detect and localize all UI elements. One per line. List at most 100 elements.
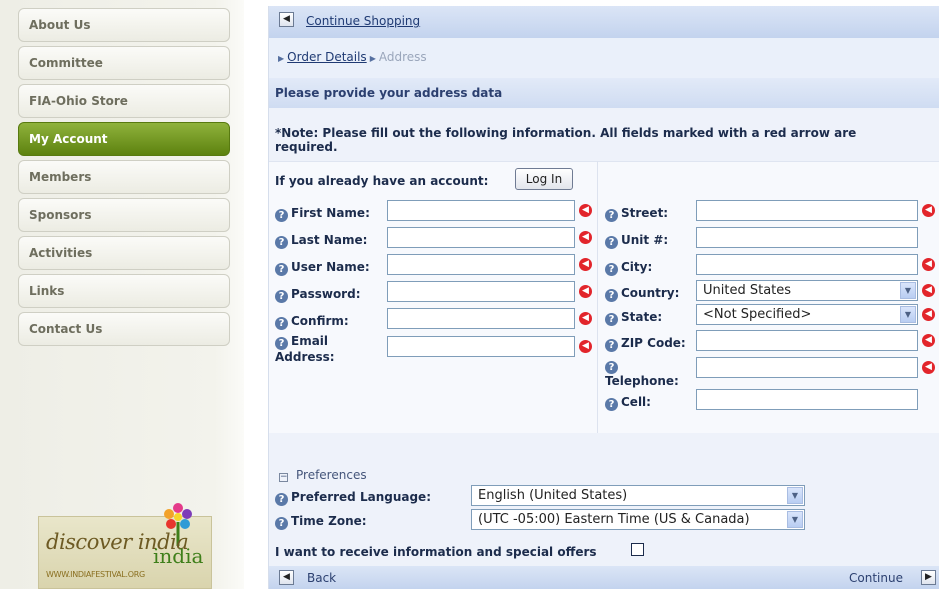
state-label: ? State: xyxy=(605,310,662,326)
back-link[interactable]: Back xyxy=(307,571,336,585)
have-account-label: If you already have an account: xyxy=(275,174,489,188)
last-name-label: ? Last Name: xyxy=(275,233,367,249)
column-divider xyxy=(597,161,598,433)
required-arrow-icon: ◀ xyxy=(922,258,935,271)
state-select[interactable]: <Not Specified> ▼ xyxy=(696,304,918,325)
help-icon[interactable]: ? xyxy=(275,209,288,222)
sidebar-item-sponsors[interactable]: Sponsors xyxy=(18,198,230,232)
help-icon[interactable]: ? xyxy=(275,337,288,350)
arrow-left-icon[interactable]: ◀ xyxy=(279,570,294,585)
zip-label: ? ZIP Code: xyxy=(605,336,686,352)
help-icon[interactable]: ? xyxy=(605,263,618,276)
street-label: ? Street: xyxy=(605,206,668,222)
telephone-field[interactable] xyxy=(696,357,918,378)
required-arrow-icon: ◀ xyxy=(579,231,592,244)
help-icon[interactable]: ? xyxy=(275,493,288,506)
unit-label: ? Unit #: xyxy=(605,233,668,249)
breadcrumb-order-details[interactable]: Order Details xyxy=(287,50,367,64)
cell-field[interactable] xyxy=(696,389,918,410)
first-name-label: ? First Name: xyxy=(275,206,370,222)
confirm-label: ? Confirm: xyxy=(275,314,349,330)
sidebar-item-about-us[interactable]: About Us xyxy=(18,8,230,42)
sidebar-item-contact-us[interactable]: Contact Us xyxy=(18,312,230,346)
email-field[interactable] xyxy=(387,336,575,357)
sidebar-item-store[interactable]: FIA-Ohio Store xyxy=(18,84,230,118)
required-arrow-icon: ◀ xyxy=(922,361,935,374)
logo-url-text: WWW.INDIAFESTIVAL.ORG xyxy=(46,570,145,579)
preferred-language-select[interactable]: English (United States) ▼ xyxy=(471,485,805,506)
country-label: ? Country: xyxy=(605,286,679,302)
city-field[interactable] xyxy=(696,254,918,275)
login-button[interactable]: Log In xyxy=(515,168,573,190)
sidebar-item-activities[interactable]: Activities xyxy=(18,236,230,270)
city-label: ? City: xyxy=(605,260,652,276)
required-arrow-icon: ◀ xyxy=(579,285,592,298)
required-arrow-icon: ◀ xyxy=(922,284,935,297)
required-arrow-icon: ◀ xyxy=(579,312,592,325)
help-icon[interactable]: ? xyxy=(605,236,618,249)
festival-logo[interactable]: discover india india WWW.INDIAFESTIVAL.O… xyxy=(38,500,212,589)
breadcrumb-bar: ▶ Order Details ▶ Address xyxy=(269,38,939,78)
help-icon[interactable]: ? xyxy=(605,289,618,302)
sidebar-item-committee[interactable]: Committee xyxy=(18,46,230,80)
help-icon[interactable]: ? xyxy=(605,339,618,352)
help-icon[interactable]: ? xyxy=(605,361,618,374)
sidebar-item-members[interactable]: Members xyxy=(18,160,230,194)
sidebar-nav: About Us Committee FIA-Ohio Store My Acc… xyxy=(18,8,230,350)
chevron-down-icon: ▼ xyxy=(900,282,916,299)
chevron-down-icon: ▼ xyxy=(900,306,916,323)
required-arrow-icon: ◀ xyxy=(922,308,935,321)
page-title: Please provide your address data xyxy=(275,86,503,100)
help-icon[interactable]: ? xyxy=(275,290,288,303)
zip-field[interactable] xyxy=(696,330,918,351)
first-name-field[interactable] xyxy=(387,200,575,221)
collapse-icon: − xyxy=(279,472,288,482)
required-arrow-icon: ◀ xyxy=(579,204,592,217)
required-arrow-icon: ◀ xyxy=(579,340,592,353)
required-note: *Note: Please fill out the following inf… xyxy=(275,126,857,154)
logo-india-text: india xyxy=(153,544,204,568)
special-offers-label: I want to receive information and specia… xyxy=(275,545,597,559)
top-toolbar: ◀ Continue Shopping xyxy=(269,6,939,38)
breadcrumb-separator-icon: ▶ xyxy=(369,54,376,63)
sidebar: About Us Committee FIA-Ohio Store My Acc… xyxy=(0,0,244,589)
breadcrumb: ▶ Order Details ▶ Address xyxy=(275,50,427,64)
sidebar-item-links[interactable]: Links xyxy=(18,274,230,308)
street-field[interactable] xyxy=(696,200,918,221)
confirm-password-field[interactable] xyxy=(387,308,575,329)
help-icon[interactable]: ? xyxy=(605,398,618,411)
arrow-right-icon[interactable]: ▶ xyxy=(921,570,936,585)
help-icon[interactable]: ? xyxy=(605,209,618,222)
country-select[interactable]: United States ▼ xyxy=(696,280,918,301)
preferred-language-label: ? Preferred Language: xyxy=(275,490,431,506)
chevron-down-icon: ▼ xyxy=(787,511,803,528)
user-name-label: ? User Name: xyxy=(275,260,370,276)
continue-shopping-link[interactable]: Continue Shopping xyxy=(306,14,420,28)
preferences-toggle[interactable]: − Preferences xyxy=(279,468,367,482)
email-label: ? Email Address: xyxy=(275,334,335,364)
arrow-left-icon[interactable]: ◀ xyxy=(279,12,294,27)
help-icon[interactable]: ? xyxy=(275,263,288,276)
checkout-panel: ◀ Continue Shopping ▶ Order Details ▶ Addre… xyxy=(268,6,939,589)
sidebar-item-my-account[interactable]: My Account xyxy=(18,122,230,156)
special-offers-checkbox[interactable] xyxy=(631,543,644,556)
chevron-down-icon: ▼ xyxy=(787,487,803,504)
cell-label: ? Cell: xyxy=(605,395,651,411)
time-zone-select[interactable]: (UTC -05:00) Eastern Time (US & Canada) ▼ xyxy=(471,509,805,530)
help-icon[interactable]: ? xyxy=(275,236,288,249)
last-name-field[interactable] xyxy=(387,227,575,248)
bottom-toolbar: ◀ Back Continue ▶ xyxy=(269,566,939,589)
password-label: ? Password: xyxy=(275,287,361,303)
user-name-field[interactable] xyxy=(387,254,575,275)
title-bar: Please provide your address data xyxy=(269,78,939,108)
help-icon[interactable]: ? xyxy=(605,313,618,326)
required-arrow-icon: ◀ xyxy=(579,258,592,271)
help-icon[interactable]: ? xyxy=(275,517,288,530)
continue-link[interactable]: Continue xyxy=(849,571,903,585)
breadcrumb-address: Address xyxy=(378,50,427,64)
password-field[interactable] xyxy=(387,281,575,302)
help-icon[interactable]: ? xyxy=(275,317,288,330)
required-arrow-icon: ◀ xyxy=(922,204,935,217)
required-arrow-icon: ◀ xyxy=(922,334,935,347)
unit-field[interactable] xyxy=(696,227,918,248)
